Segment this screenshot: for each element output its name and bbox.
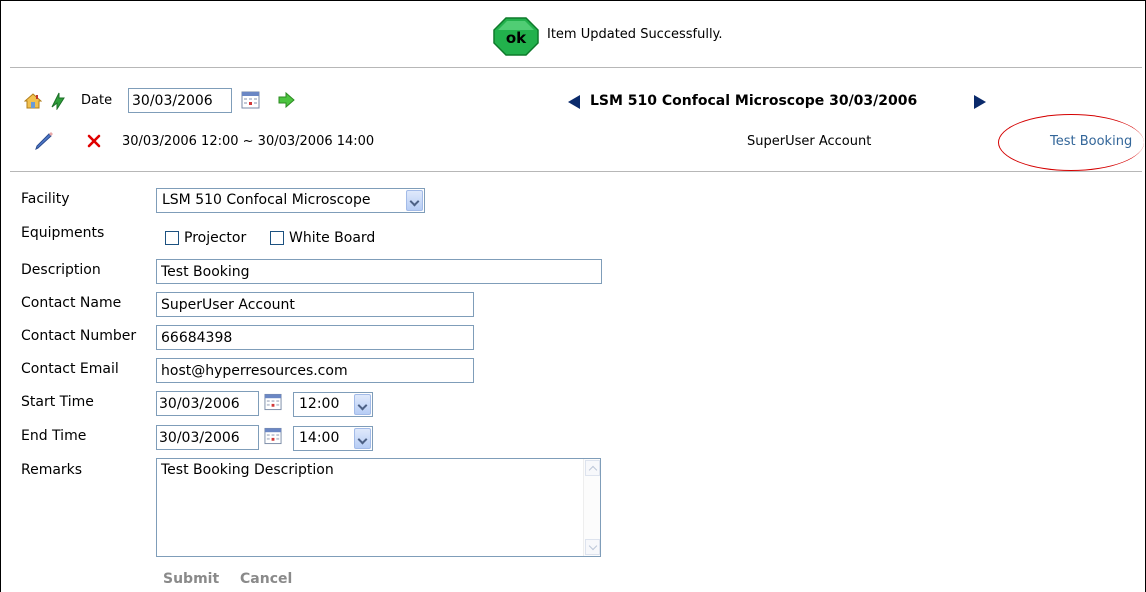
start-time-value: 12:00	[299, 396, 340, 412]
contact-number-field[interactable]	[156, 325, 474, 350]
end-time-label: End Time	[21, 428, 87, 444]
highlight-annotation	[998, 114, 1144, 171]
scroll-up-icon[interactable]	[585, 460, 600, 476]
contact-email-label: Contact Email	[21, 361, 119, 377]
date-input[interactable]	[128, 88, 232, 113]
delete-icon[interactable]	[87, 134, 101, 148]
contact-number-label: Contact Number	[21, 328, 137, 344]
contact-email-field[interactable]	[156, 358, 474, 383]
projector-checkbox[interactable]	[165, 231, 179, 245]
equipments-label: Equipments	[21, 225, 105, 241]
booking-owner: SuperUser Account	[747, 134, 872, 149]
go-arrow-icon[interactable]	[278, 92, 295, 108]
status-banner: ok Item Updated Successfully.	[0, 0, 1144, 66]
facility-selected-value: LSM 510 Confocal Microscope	[162, 192, 371, 208]
divider	[10, 171, 1142, 172]
white-board-checkbox[interactable]	[270, 231, 284, 245]
ok-badge-text: ok	[506, 29, 527, 47]
next-day-icon[interactable]	[973, 94, 987, 110]
end-time-value: 14:00	[299, 430, 340, 446]
scroll-down-icon[interactable]	[585, 539, 600, 555]
remarks-text: Test Booking Description	[161, 462, 334, 478]
remarks-scrollbar[interactable]	[583, 459, 600, 556]
status-message: Item Updated Successfully.	[547, 27, 723, 42]
cancel-button[interactable]: Cancel	[240, 571, 292, 587]
edit-pencil-icon[interactable]	[35, 132, 55, 150]
chevron-down-icon	[354, 394, 371, 415]
submit-button[interactable]: Submit	[163, 571, 219, 587]
end-calendar-icon[interactable]	[264, 427, 282, 445]
description-field[interactable]	[156, 259, 602, 284]
white-board-label: White Board	[289, 230, 376, 246]
description-label: Description	[21, 262, 101, 278]
facility-label: Facility	[21, 191, 70, 207]
end-date-input[interactable]	[156, 425, 259, 450]
start-time-select[interactable]: 12:00	[293, 392, 373, 417]
remarks-label: Remarks	[21, 462, 83, 478]
ok-icon: ok	[493, 17, 539, 56]
go-today-icon[interactable]	[49, 90, 67, 110]
calendar-icon[interactable]	[241, 91, 260, 109]
facility-date-title: LSM 510 Confocal Microscope 30/03/2006	[590, 93, 918, 109]
end-time-select[interactable]: 14:00	[293, 426, 373, 451]
projector-label: Projector	[184, 230, 247, 246]
home-icon[interactable]	[24, 92, 42, 110]
start-date-input[interactable]	[156, 391, 259, 416]
date-label: Date	[81, 93, 113, 108]
prev-day-icon[interactable]	[567, 94, 581, 110]
contact-name-field[interactable]	[156, 292, 474, 317]
remarks-textarea[interactable]: Test Booking Description	[156, 458, 601, 557]
facility-select[interactable]: LSM 510 Confocal Microscope	[156, 188, 425, 213]
booking-time-range: 30/03/2006 12:00 ~ 30/03/2006 14:00	[122, 134, 375, 149]
contact-name-label: Contact Name	[21, 295, 122, 311]
divider	[10, 67, 1142, 68]
start-calendar-icon[interactable]	[264, 393, 282, 411]
chevron-down-icon	[354, 428, 371, 449]
start-time-label: Start Time	[21, 394, 94, 410]
chevron-down-icon	[406, 190, 423, 211]
